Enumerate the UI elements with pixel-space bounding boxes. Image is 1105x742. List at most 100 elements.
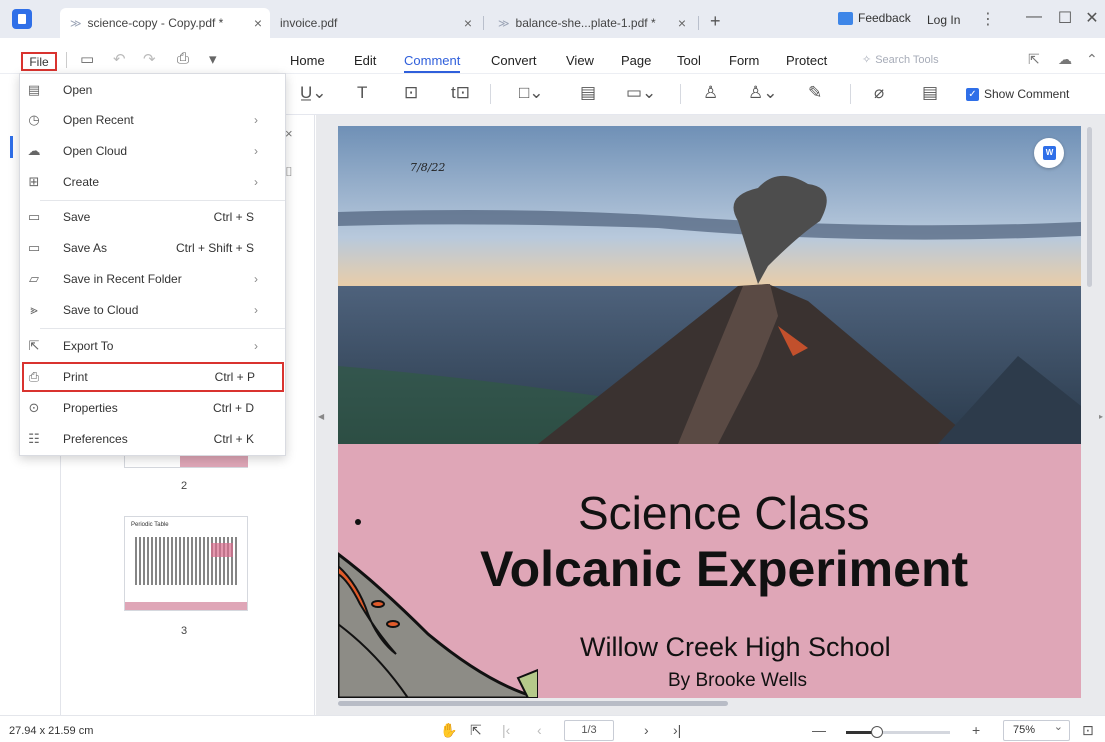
new-tab-button[interactable]: + — [710, 12, 721, 30]
redo-icon[interactable]: ↷ — [143, 50, 156, 68]
show-comment-checkbox[interactable]: ✓ Show Comment — [966, 87, 1069, 101]
file-menu-label: Save As — [63, 241, 108, 255]
select-tool-icon[interactable]: ⇱ — [470, 722, 482, 739]
maximize-button[interactable]: ☐ — [1055, 8, 1075, 28]
chevron-right-icon: › — [254, 303, 258, 317]
toolbar-divider — [850, 84, 851, 104]
file-menu-save-recent-folder[interactable]: ▱ Save in Recent Folder › — [20, 264, 285, 294]
login-link[interactable]: Log In — [927, 13, 960, 27]
tab-divider — [483, 16, 484, 30]
menu-view[interactable]: View — [566, 53, 594, 68]
zoom-in-icon[interactable]: + — [972, 722, 980, 738]
tab-close-icon[interactable]: × — [464, 15, 472, 31]
stamp-icon[interactable]: ♙ — [703, 83, 718, 103]
cloud-upload-icon[interactable]: ☁ — [1058, 51, 1072, 68]
page-dimensions: 27.94 x 21.59 cm — [9, 725, 94, 737]
title-bar: ≫ science-copy - Copy.pdf * × invoice.pd… — [0, 0, 1105, 38]
thumbnail-page-3[interactable]: Periodic Table — [124, 516, 248, 611]
file-menu-print[interactable]: ⎙ Print Ctrl + P — [22, 362, 284, 392]
file-menu-properties[interactable]: ⊙ Properties Ctrl + D — [20, 393, 285, 423]
text-callout-icon[interactable]: t⊡ — [451, 83, 470, 103]
file-menu-export-to[interactable]: ⇱ Export To › — [20, 331, 285, 361]
clock-icon: ◷ — [28, 112, 40, 127]
menu-protect[interactable]: Protect — [786, 53, 827, 68]
hand-tool-icon[interactable]: ✋ — [440, 722, 457, 739]
chevron-right-icon: › — [254, 144, 258, 158]
zoom-slider[interactable] — [846, 731, 950, 734]
next-page-icon[interactable]: › — [644, 722, 649, 738]
attachment-icon[interactable]: ⌀ — [874, 83, 884, 103]
menu-tool[interactable]: Tool — [677, 53, 701, 68]
document-date: 7/8/22 — [410, 161, 446, 174]
close-window-button[interactable]: ✕ — [1082, 8, 1102, 28]
tab-close-icon[interactable]: × — [254, 15, 262, 31]
menu-form[interactable]: Form — [729, 53, 759, 68]
panel-option-icon[interactable]: ⌷ — [285, 164, 293, 180]
undo-icon[interactable]: ↶ — [113, 50, 126, 68]
underline-icon[interactable]: U̲⌄ — [300, 83, 327, 103]
shape-icon[interactable]: □⌄ — [519, 83, 544, 103]
search-tools-placeholder: Search Tools — [875, 53, 939, 66]
file-menu-save[interactable]: ▭ Save Ctrl + S — [20, 202, 285, 232]
menu-home[interactable]: Home — [290, 53, 325, 68]
pink-title-band: Science Class Volcanic Experiment Willow… — [338, 444, 1081, 698]
customize-dropdown-icon[interactable]: ▾ — [209, 50, 217, 68]
file-menu-save-to-cloud[interactable]: ⪢ Save to Cloud › — [20, 295, 285, 325]
convert-to-word-button[interactable]: W — [1034, 138, 1064, 168]
pen-icon[interactable]: ✎ — [808, 83, 822, 103]
decorative-dot — [355, 519, 361, 525]
signature-icon[interactable]: ♙⌄ — [748, 83, 777, 103]
last-page-icon[interactable]: ›| — [673, 722, 681, 738]
previous-page-icon[interactable]: ‹ — [537, 722, 542, 738]
close-panel-icon[interactable]: × — [285, 126, 293, 141]
file-menu-open[interactable]: ▤ Open — [20, 75, 285, 105]
tab-balance-sheet[interactable]: ≫ balance-she...plate-1.pdf * × — [488, 8, 694, 38]
tab-marker-icon: ≫ — [70, 17, 82, 30]
feedback-button[interactable]: Feedback — [838, 11, 911, 25]
text-icon[interactable]: T — [357, 83, 367, 103]
status-bar — [0, 715, 1105, 742]
menu-convert[interactable]: Convert — [491, 53, 537, 68]
document-title-line-2: Volcanic Experiment — [480, 541, 969, 597]
left-sidebar — [0, 115, 10, 715]
zoom-level-select[interactable]: 75% — [1003, 718, 1070, 741]
area-highlight-icon[interactable]: ▭⌄ — [626, 83, 656, 103]
vertical-scrollbar[interactable] — [1087, 127, 1092, 287]
fit-page-icon[interactable]: ⊡ — [1082, 722, 1094, 739]
sidebar-active-marker — [10, 136, 13, 158]
file-menu-save-as[interactable]: ▭ Save As Ctrl + Shift + S — [20, 233, 285, 263]
textbox-icon[interactable]: ⊡ — [404, 83, 418, 103]
page-number-input[interactable]: 1/3 — [564, 720, 614, 741]
file-menu-open-recent[interactable]: ◷ Open Recent › — [20, 105, 285, 135]
file-menu-open-cloud[interactable]: ☁ Open Cloud › — [20, 136, 285, 166]
document-author: By Brooke Wells — [668, 670, 808, 691]
search-tools-input[interactable]: ✧ Search Tools — [862, 53, 939, 67]
chevron-right-icon: › — [254, 339, 258, 353]
menu-page[interactable]: Page — [621, 53, 651, 68]
tab-science-copy[interactable]: ≫ science-copy - Copy.pdf * × — [60, 8, 270, 38]
collapse-ribbon-icon[interactable]: ⌃ — [1086, 51, 1098, 68]
minimize-button[interactable]: — — [1024, 8, 1044, 26]
first-page-icon[interactable]: |‹ — [502, 722, 510, 738]
print-icon[interactable]: ⎙ — [177, 50, 189, 67]
file-menu-label: Print — [63, 370, 88, 384]
save-icon[interactable]: ▭ — [80, 50, 94, 68]
expand-right-panel-arrow-icon[interactable]: ▸ — [1099, 412, 1103, 421]
tab-close-icon[interactable]: × — [678, 15, 686, 31]
more-options-icon[interactable]: ⋮ — [980, 9, 996, 29]
file-menu-label: Save — [63, 210, 91, 224]
menu-comment[interactable]: Comment — [404, 53, 461, 73]
tab-marker-icon: ≫ — [498, 17, 510, 30]
collapse-panel-arrow-icon[interactable]: ◀ — [318, 412, 324, 421]
menu-edit[interactable]: Edit — [354, 53, 376, 68]
file-menu-create[interactable]: ⊞ Create › — [20, 167, 285, 197]
show-comment-label: Show Comment — [984, 87, 1070, 101]
tab-invoice[interactable]: invoice.pdf × — [270, 8, 480, 38]
file-menu-button[interactable]: File — [21, 52, 57, 71]
horizontal-scrollbar[interactable] — [338, 701, 728, 706]
file-menu-preferences[interactable]: ☷ Preferences Ctrl + K — [20, 424, 285, 454]
zoom-out-icon[interactable]: — — [812, 722, 826, 738]
share-icon[interactable]: ⇱ — [1028, 51, 1040, 68]
comment-list-icon[interactable]: ▤ — [922, 83, 938, 103]
note-icon[interactable]: ▤ — [580, 83, 596, 103]
